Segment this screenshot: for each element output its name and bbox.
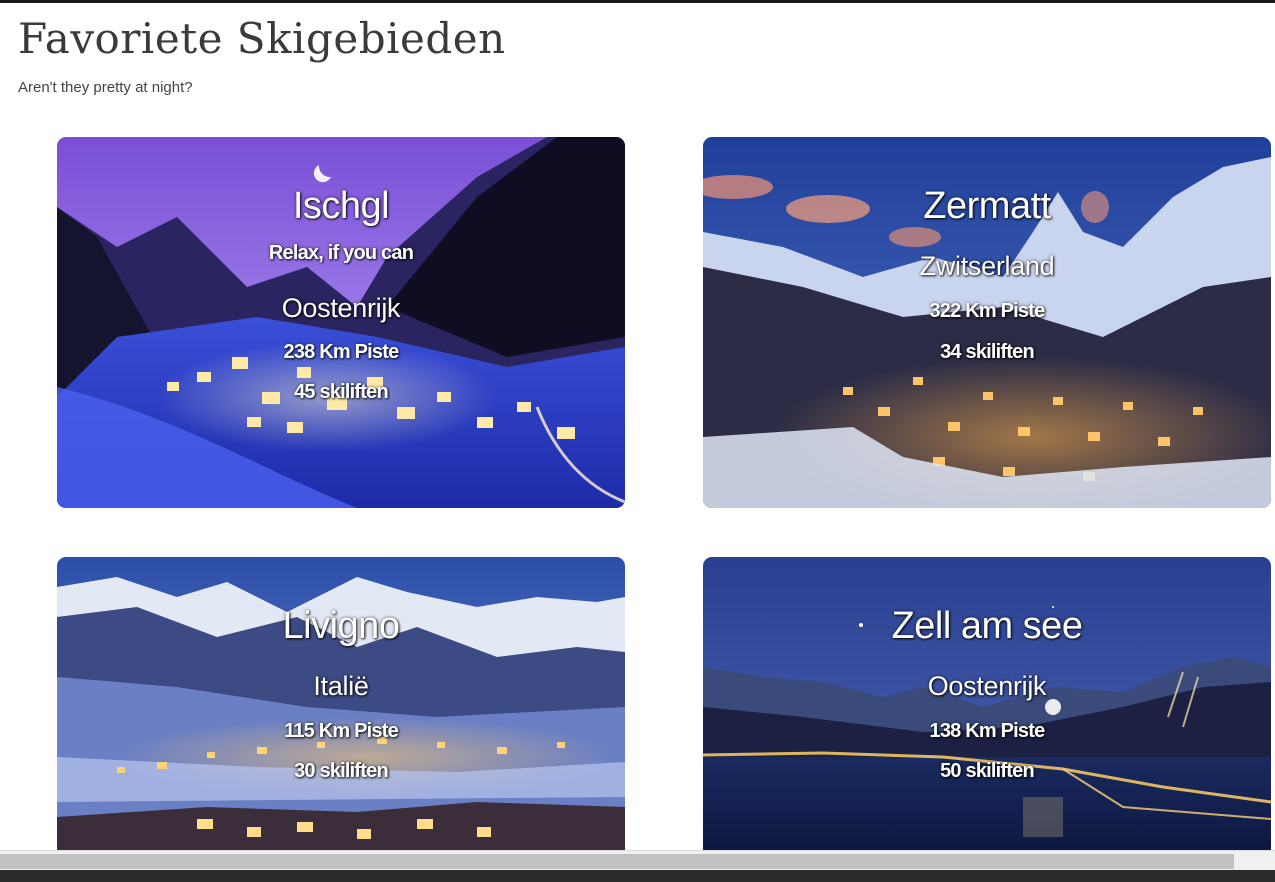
- card-title: Livigno: [282, 605, 400, 647]
- card-tagline: Relax, if you can: [268, 242, 414, 264]
- card-lifts: 34 skiliften: [940, 341, 1035, 363]
- card-country: Italië: [313, 671, 369, 701]
- card-country: Oostenrijk: [281, 293, 401, 323]
- horizontal-scrollbar-thumb[interactable]: [0, 854, 1234, 869]
- resort-card-zermatt[interactable]: Zermatt Zwitserland 322 Km Piste 34 skil…: [703, 137, 1271, 508]
- card-piste: 238 Km Piste: [283, 341, 400, 363]
- resort-card-livigno[interactable]: Livigno Italië 115 Km Piste 30 skiliften: [57, 557, 625, 850]
- card-lifts: 30 skiliften: [294, 760, 389, 782]
- bottom-bar: [0, 870, 1275, 882]
- page-title: Favoriete Skigebieden: [18, 14, 506, 63]
- top-border: [0, 0, 1275, 3]
- page-subtitle: Aren't they pretty at night?: [18, 79, 193, 96]
- horizontal-scrollbar[interactable]: [0, 850, 1275, 870]
- resort-card-zell-am-see[interactable]: Zell am see Oostenrijk 138 Km Piste 50 s…: [703, 557, 1271, 850]
- card-piste: 138 Km Piste: [929, 720, 1046, 742]
- card-title: Zermatt: [923, 185, 1051, 227]
- resort-card-ischgl[interactable]: Ischgl Relax, if you can Oostenrijk 238 …: [57, 137, 625, 508]
- card-title: Ischgl: [292, 185, 390, 227]
- card-piste: 115 Km Piste: [284, 720, 399, 742]
- livigno-night-photo: [57, 557, 625, 850]
- card-country: Oostenrijk: [927, 671, 1047, 701]
- zell-am-see-night-photo: [703, 557, 1271, 850]
- card-lifts: 50 skiliften: [940, 760, 1035, 782]
- card-country: Zwitserland: [919, 251, 1055, 281]
- card-piste: 322 Km Piste: [929, 300, 1046, 322]
- card-title: Zell am see: [891, 605, 1083, 647]
- card-lifts: 45 skiliften: [294, 381, 389, 403]
